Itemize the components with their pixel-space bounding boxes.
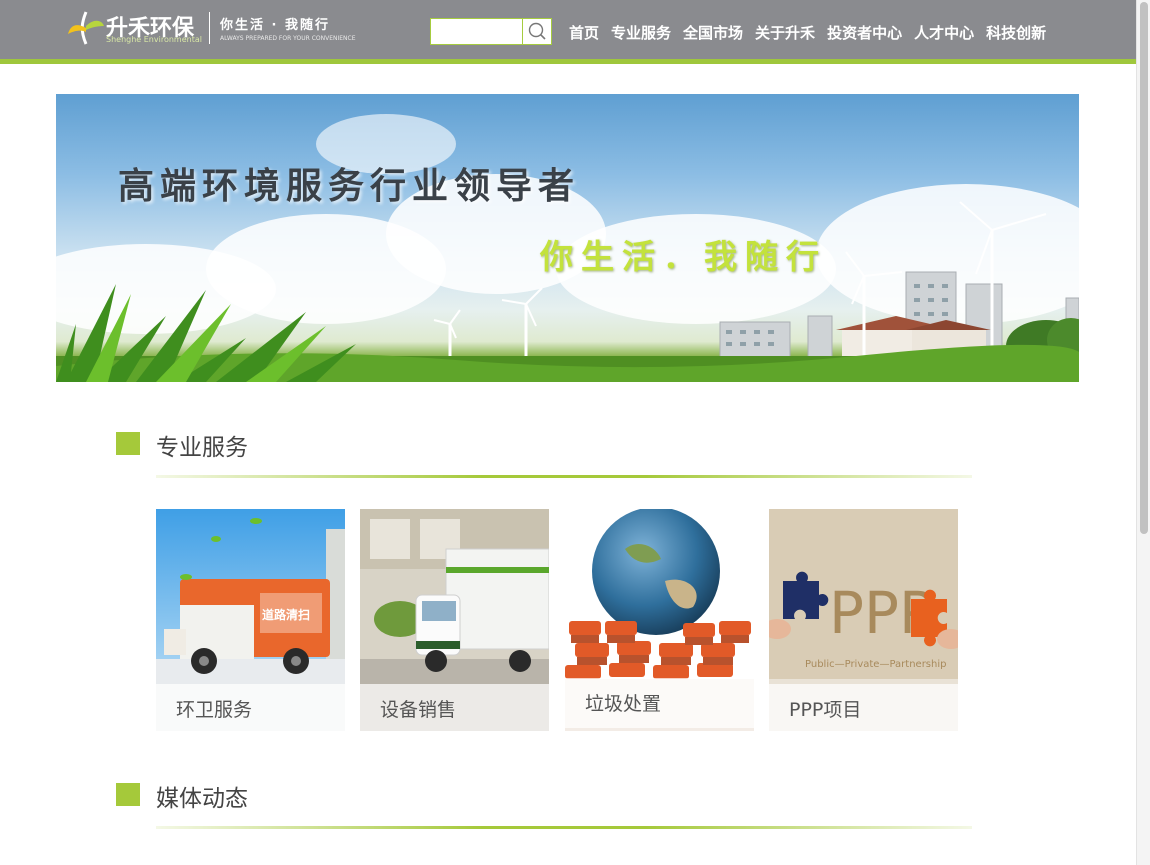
search-box — [430, 18, 552, 45]
card-label: 环卫服务 — [176, 699, 253, 721]
nav-item-home[interactable]: 首页 — [569, 22, 599, 44]
section-divider — [156, 475, 972, 478]
card-label: 垃圾处置 — [585, 693, 662, 715]
card-caption: 设备销售 — [360, 684, 549, 731]
card-label: 设备销售 — [380, 699, 457, 721]
brand-name-en: Shenghe Environmental — [106, 35, 202, 44]
service-card-ppp[interactable]: PPP Public—Private—Partnership PPP项目 — [769, 509, 958, 731]
banner-title: 高端环境服务行业领导者 — [118, 165, 581, 207]
vertical-scrollbar[interactable] — [1136, 0, 1150, 865]
search-icon — [528, 22, 546, 40]
logo[interactable]: 升禾环保 Shenghe Environmental 你生活 · 我随行 ALW… — [66, 8, 356, 50]
card-label: PPP项目 — [789, 699, 862, 721]
main-nav: 首页 专业服务 全国市场 关于升禾 投资者中心 人才中心 科技创新 — [569, 22, 1058, 44]
card-caption: 垃圾处置 — [565, 678, 754, 728]
search-input[interactable] — [431, 19, 522, 44]
nav-item-innovation[interactable]: 科技创新 — [986, 22, 1046, 44]
nav-item-market[interactable]: 全国市场 — [683, 22, 743, 44]
leaf-logo-icon — [68, 11, 104, 45]
service-card-equipment[interactable]: 设备销售 — [360, 509, 549, 731]
card-caption: PPP项目 — [769, 684, 958, 731]
section-marker — [116, 432, 140, 455]
logo-divider — [209, 12, 210, 44]
section-divider — [156, 826, 972, 829]
nav-item-about[interactable]: 关于升禾 — [755, 22, 815, 44]
banner-subtitle: 你生活．我随行 — [540, 237, 827, 276]
header-accent-line — [0, 59, 1136, 64]
service-card-sanitation[interactable]: 道路清扫 环卫服务 — [156, 509, 345, 731]
site-header: 升禾环保 Shenghe Environmental 你生活 · 我随行 ALW… — [0, 0, 1136, 59]
card-caption: 环卫服务 — [156, 684, 345, 731]
section-marker — [116, 783, 140, 806]
section-title-media: 媒体动态 — [156, 786, 248, 812]
ppp-subtext: Public—Private—Partnership — [805, 659, 946, 670]
nav-item-careers[interactable]: 人才中心 — [914, 22, 974, 44]
nav-item-services[interactable]: 专业服务 — [611, 22, 671, 44]
scrollbar-thumb[interactable] — [1140, 2, 1148, 534]
nav-item-investors[interactable]: 投资者中心 — [827, 22, 902, 44]
search-button[interactable] — [522, 19, 551, 44]
brand-slogan: 你生活 · 我随行 — [220, 18, 330, 33]
service-card-waste[interactable]: 垃圾处置 — [565, 509, 754, 731]
brand-slogan-en: ALWAYS PREPARED FOR YOUR CONVENIENCE — [220, 35, 356, 42]
section-title-services: 专业服务 — [156, 435, 248, 461]
hero-banner[interactable]: 高端环境服务行业领导者 你生活．我随行 — [56, 94, 1079, 382]
truck-sign-text: 道路清扫 — [262, 607, 310, 622]
